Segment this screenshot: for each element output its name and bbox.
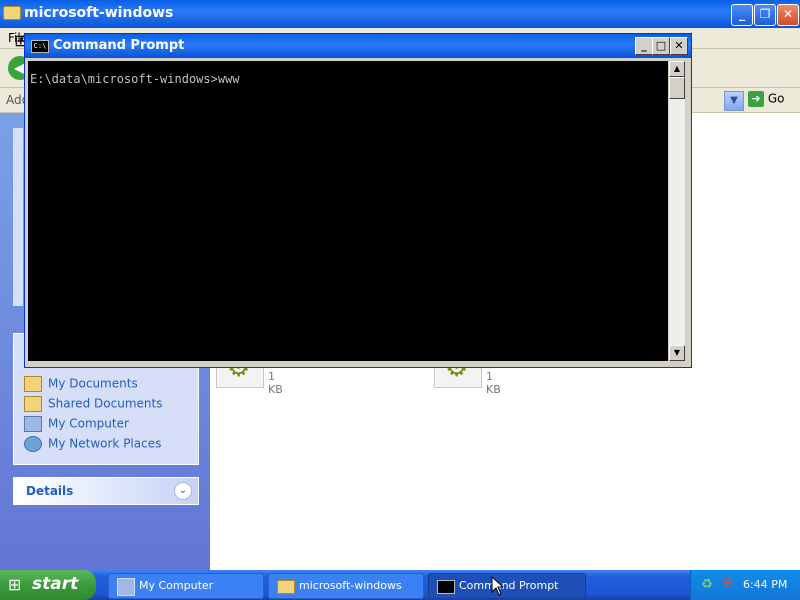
maximize-button[interactable]: ❐	[754, 4, 776, 26]
file-size: 1 KB	[486, 370, 501, 396]
explorer-title-bar[interactable]: microsoft-windows _ ❐ ✕	[0, 0, 800, 28]
scroll-thumb[interactable]	[669, 77, 685, 99]
folder-shared-icon	[24, 396, 42, 412]
vertical-scrollbar[interactable]: ▲ ▼	[669, 61, 685, 361]
explorer-title: microsoft-windows	[24, 5, 174, 21]
start-label: start	[32, 574, 79, 594]
task-pane-panel-edge	[13, 128, 23, 306]
taskbar: ⊞ start My Computer microsoft-windows Co…	[0, 570, 800, 600]
start-button[interactable]: ⊞ start	[0, 570, 96, 600]
folder-icon	[277, 580, 295, 594]
minimize-button[interactable]: _	[731, 4, 753, 26]
cmd-title-bar[interactable]: C:\ Command Prompt _ □ ✕	[25, 34, 691, 58]
clock[interactable]: 6:44 PM	[743, 578, 787, 591]
cmd-icon	[437, 580, 455, 594]
place-my-network-places[interactable]: My Network Places	[24, 436, 161, 452]
place-my-documents[interactable]: My Documents	[24, 376, 138, 392]
file-size: 1 KB	[268, 370, 283, 396]
cmd-minimize-button[interactable]: _	[635, 37, 653, 55]
computer-icon	[117, 578, 135, 596]
place-shared-documents[interactable]: Shared Documents	[24, 396, 162, 412]
scroll-down-button[interactable]: ▼	[669, 345, 685, 361]
windows-logo-icon: ⊞	[8, 575, 22, 594]
details-panel-header[interactable]: Details ⌄	[13, 477, 199, 505]
address-dropdown-button[interactable]: ▼	[724, 91, 744, 111]
cmd-title: Command Prompt	[53, 38, 185, 53]
command-prompt-window: C:\ Command Prompt _ □ ✕ E:\data\microso…	[24, 33, 692, 368]
scroll-up-button[interactable]: ▲	[669, 61, 685, 77]
cmd-icon: C:\	[31, 40, 49, 53]
security-shield-icon[interactable]: ⛨	[719, 577, 735, 593]
chevron-down-icon[interactable]: ⌄	[174, 482, 192, 500]
network-icon	[24, 436, 42, 452]
place-my-computer[interactable]: My Computer	[24, 416, 129, 432]
cmd-maximize-button[interactable]: □	[652, 37, 670, 55]
taskbar-button-command-prompt[interactable]: Command Prompt	[428, 573, 586, 599]
folder-icon	[3, 6, 21, 20]
system-tray: ♻ ⛨ 6:44 PM	[690, 570, 800, 600]
cmd-close-button[interactable]: ✕	[670, 37, 688, 55]
close-button[interactable]: ✕	[777, 4, 799, 26]
go-button[interactable]: ➔ Go	[748, 91, 796, 109]
mouse-pointer-icon	[491, 576, 503, 596]
computer-icon	[24, 416, 42, 432]
go-label: Go	[767, 91, 785, 106]
taskbar-button-microsoft-windows[interactable]: microsoft-windows	[268, 573, 424, 599]
go-arrow-icon: ➔	[748, 91, 764, 107]
folder-documents-icon	[24, 376, 42, 392]
network-tray-icon[interactable]: ♻	[699, 577, 715, 593]
taskbar-button-my-computer[interactable]: My Computer	[108, 573, 264, 599]
console-output[interactable]: E:\data\microsoft-windows>www	[28, 61, 668, 361]
details-label: Details	[26, 484, 74, 498]
console-line: E:\data\microsoft-windows>www	[30, 72, 240, 86]
